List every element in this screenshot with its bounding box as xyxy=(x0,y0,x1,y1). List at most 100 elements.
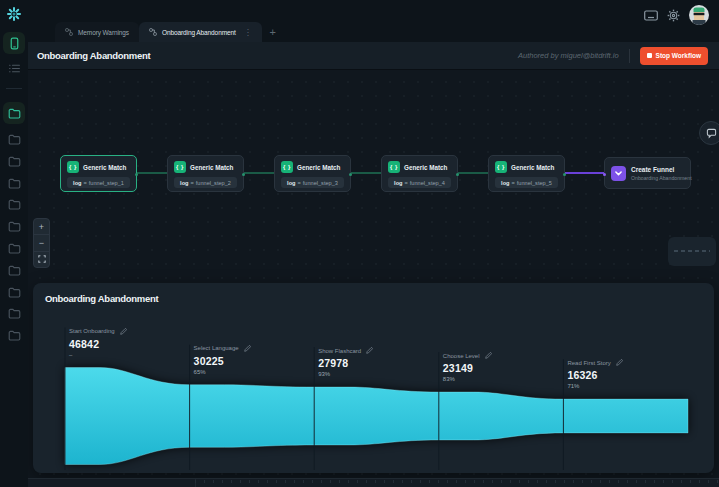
folder-icon xyxy=(8,198,21,211)
folder-icon xyxy=(8,220,21,233)
stage-value: 16326 xyxy=(567,369,622,381)
edge-connector-output xyxy=(565,172,604,174)
folder-icon xyxy=(8,133,21,146)
user-avatar[interactable] xyxy=(689,5,709,25)
edit-pencil-icon[interactable] xyxy=(244,345,251,352)
sidebar-divider xyxy=(6,88,22,89)
node-title: Generic Match xyxy=(297,164,340,171)
stage-name: Choose Level xyxy=(443,352,492,359)
minimap[interactable] xyxy=(668,237,716,266)
minimap-viewport xyxy=(674,250,710,252)
stage-value: 23149 xyxy=(443,362,492,374)
list-icon xyxy=(8,62,21,75)
node-condition: log=funnel_step_5 xyxy=(495,177,558,188)
keyboard-icon[interactable] xyxy=(644,10,658,21)
sidebar-item-list[interactable] xyxy=(7,61,21,75)
folder-icon xyxy=(8,155,21,168)
workflow-node-generic-match[interactable]: { }Generic Matchlog=funnel_step_1 xyxy=(60,155,137,192)
node-subtitle: Onboarding Abandonment xyxy=(631,175,692,181)
braces-icon: { } xyxy=(388,161,400,173)
stop-workflow-button[interactable]: Stop Workflow xyxy=(640,47,708,65)
sidebar-folder[interactable] xyxy=(8,263,21,276)
tab-onboarding-abandonment[interactable]: Onboarding Abandonment ⋮ xyxy=(139,22,262,42)
new-tab-button[interactable]: + xyxy=(262,22,284,42)
workflow-node-generic-match[interactable]: { }Generic Matchlog=funnel_step_2 xyxy=(167,155,244,192)
page-title: Onboarding Abandonment xyxy=(37,50,150,61)
app-sidebar xyxy=(0,0,28,487)
phone-icon xyxy=(8,37,21,50)
stage-conversion: 71% xyxy=(567,383,622,389)
funnel-stage-label: Choose Level 23149 83% xyxy=(443,352,492,382)
authored-by: Authored by miguel@bitdrift.io xyxy=(518,51,619,60)
app-logo-icon[interactable] xyxy=(6,6,22,22)
settings-gear-icon[interactable] xyxy=(667,9,680,22)
fit-view-icon xyxy=(38,255,46,263)
folder-icon xyxy=(8,177,21,190)
tab-label: Memory Warnings xyxy=(78,29,129,36)
node-title: Generic Match xyxy=(511,164,554,171)
node-title: Generic Match xyxy=(190,164,233,171)
edit-pencil-icon[interactable] xyxy=(120,328,127,335)
sidebar-folder[interactable] xyxy=(8,197,21,210)
tab-label: Onboarding Abandonment xyxy=(162,29,236,36)
stage-name: Read First Story xyxy=(567,359,622,366)
workflow-icon xyxy=(149,28,157,36)
stage-conversion: 83% xyxy=(443,376,492,382)
node-title: Generic Match xyxy=(404,164,447,171)
stage-conversion: 93% xyxy=(318,371,373,377)
edit-pencil-icon[interactable] xyxy=(616,359,623,366)
timeline-ticks xyxy=(195,480,719,483)
sidebar-item-device[interactable] xyxy=(3,32,25,54)
stage-conversion: – xyxy=(69,352,127,358)
comments-button[interactable] xyxy=(699,121,719,145)
tab-bar: Memory Warnings Onboarding Abandonment ⋮… xyxy=(55,22,284,42)
zoom-in-button[interactable]: + xyxy=(34,219,49,234)
sidebar-folder[interactable] xyxy=(8,306,21,319)
stop-label: Stop Workflow xyxy=(656,52,701,59)
stage-value: 30225 xyxy=(194,355,251,367)
funnel-stage-label: Read First Story 16326 71% xyxy=(567,359,622,389)
sidebar-folder[interactable] xyxy=(8,328,21,341)
zoom-out-button[interactable]: − xyxy=(34,234,49,250)
node-title: Generic Match xyxy=(83,164,126,171)
funnel-stage-label: Show Flashcard 27978 93% xyxy=(318,347,373,377)
folder-icon xyxy=(8,307,21,320)
workflow-node-generic-match[interactable]: { } Generic Match log=funnel_step_4 xyxy=(381,155,458,192)
timeline-strip[interactable] xyxy=(28,478,719,487)
workflow-icon xyxy=(65,28,73,36)
sidebar-folder-active[interactable] xyxy=(3,102,25,124)
workflow-node-create-funnel[interactable]: Create FunnelOnboarding Abandonment xyxy=(604,157,691,189)
braces-icon: { } xyxy=(174,161,186,173)
node-condition: log=funnel_step_3 xyxy=(281,177,344,188)
folder-icon xyxy=(8,107,21,120)
sidebar-folder[interactable] xyxy=(8,241,21,254)
workflow-node-generic-match[interactable]: { } Generic Match log=funnel_step_5 xyxy=(488,155,565,192)
fit-view-button[interactable] xyxy=(34,251,49,267)
braces-icon: { } xyxy=(495,161,507,173)
chat-bubble-icon xyxy=(706,128,717,139)
sidebar-folder[interactable] xyxy=(8,285,21,298)
braces-icon: { } xyxy=(67,161,79,173)
edit-pencil-icon[interactable] xyxy=(485,352,492,359)
workflow-header: Onboarding Abandonment Authored by migue… xyxy=(28,42,719,70)
stop-icon xyxy=(647,53,652,58)
sidebar-folder[interactable] xyxy=(8,132,21,145)
funnel-stage-label: Select Language3022565% xyxy=(194,345,251,375)
folder-icon xyxy=(8,286,21,299)
funnel-panel: Onboarding Abandonment Start Onboarding4… xyxy=(33,283,714,473)
sidebar-folder[interactable] xyxy=(8,219,21,232)
node-condition: log=funnel_step_4 xyxy=(388,177,451,188)
edge-connector xyxy=(351,172,381,174)
tab-menu-icon[interactable]: ⋮ xyxy=(244,28,252,37)
edge-connector xyxy=(458,172,488,174)
funnel-icon xyxy=(611,166,626,181)
stage-value: 27978 xyxy=(318,357,373,369)
sidebar-folder[interactable] xyxy=(8,176,21,189)
edit-pencil-icon[interactable] xyxy=(366,347,373,354)
folder-icon xyxy=(8,264,21,277)
stage-name: Show Flashcard xyxy=(318,347,373,354)
tab-memory-warnings[interactable]: Memory Warnings xyxy=(55,22,139,42)
sidebar-folder[interactable] xyxy=(8,154,21,167)
workflow-node-generic-match[interactable]: { }Generic Matchlog=funnel_step_3 xyxy=(274,155,351,192)
edge-connector xyxy=(244,172,274,174)
